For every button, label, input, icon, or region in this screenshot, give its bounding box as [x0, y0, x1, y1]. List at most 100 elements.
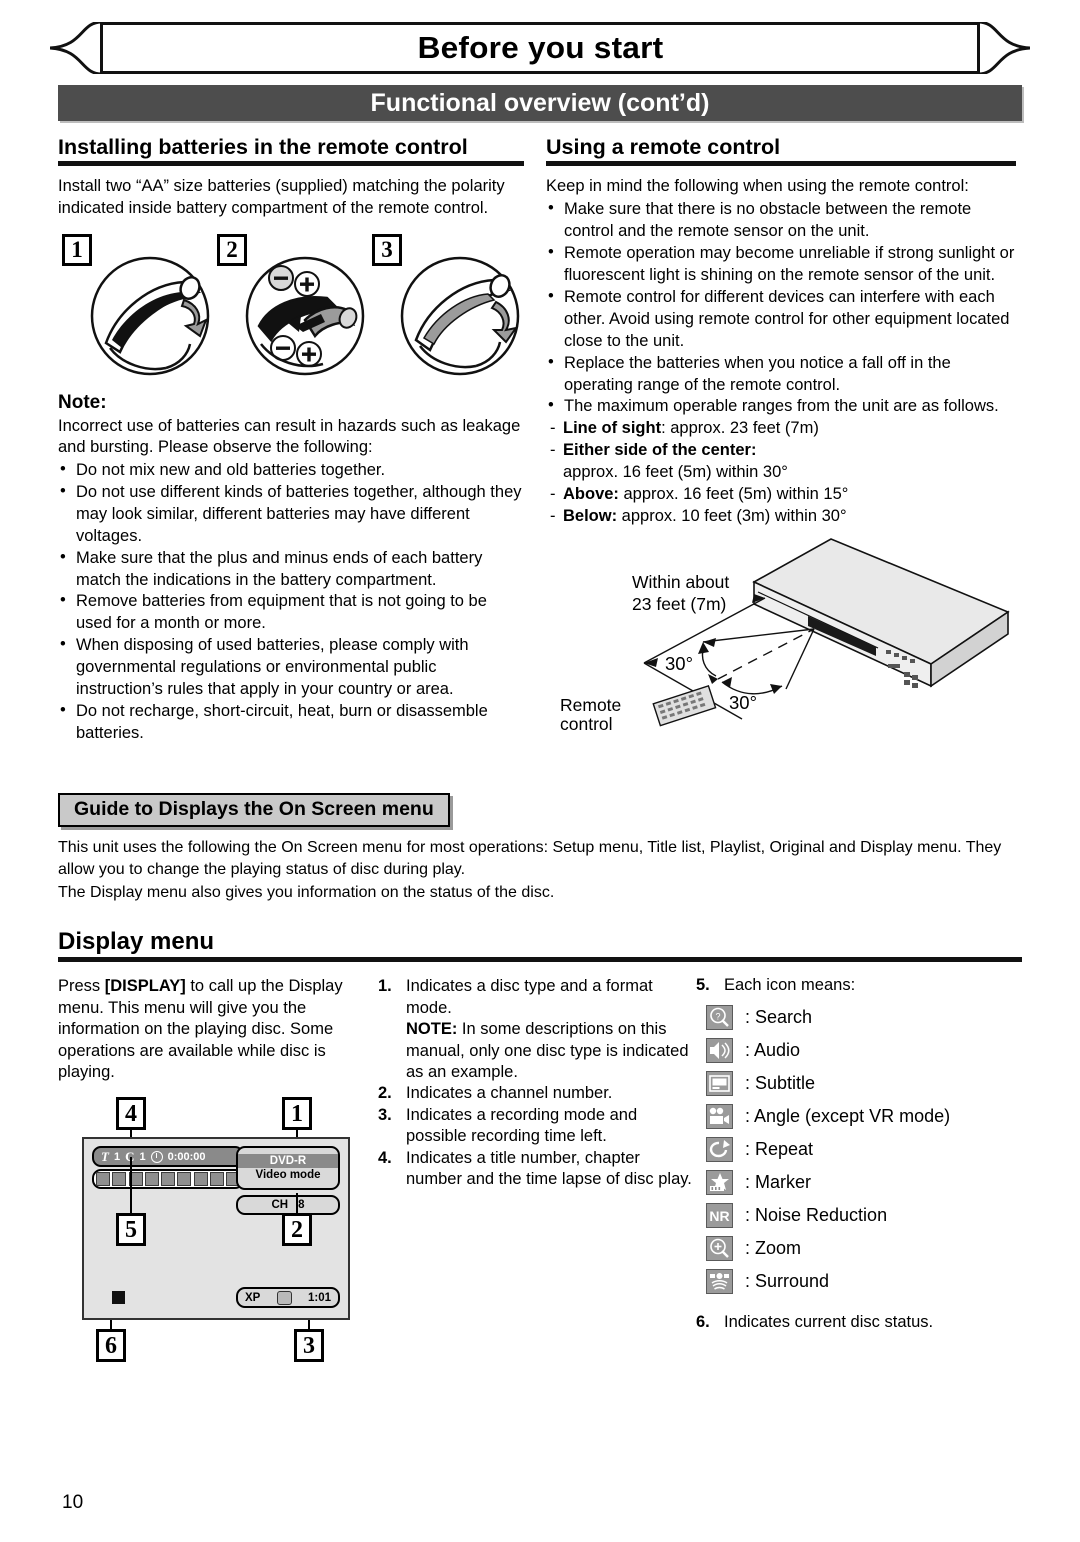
- channel-label: CH: [271, 1199, 289, 1212]
- ribbon-left-tail-icon: [50, 22, 102, 74]
- noise-reduction-icon: [193, 1172, 208, 1187]
- callout-3: 3: [294, 1329, 324, 1363]
- channel-value: 8: [298, 1199, 305, 1212]
- list-item: 4. Indicates a title number, chapter numb…: [378, 1148, 692, 1189]
- battery-figures: 1 2 3: [58, 233, 524, 384]
- range-above: Above: approx. 16 feet (5m) within 15°: [546, 484, 1016, 506]
- legend-label: : Zoom: [745, 1238, 802, 1259]
- callout-2: 2: [282, 1213, 312, 1247]
- legend-row-angle: : Angle (except VR mode): [696, 1100, 1022, 1133]
- list-item: Do not mix new and old batteries togethe…: [58, 459, 524, 482]
- search-icon: ?: [706, 1005, 733, 1031]
- guide-section: Guide to Displays the On Screen menu Thi…: [58, 793, 1022, 904]
- list-item: 2. Indicates a channel number.: [378, 1084, 613, 1103]
- audio-icon: [706, 1038, 733, 1064]
- clock-icon: [150, 1150, 163, 1163]
- list-item: Remote control for different devices can…: [546, 286, 1016, 353]
- legend-label: : Surround: [745, 1271, 830, 1292]
- list-item: Make sure that the plus and minus ends o…: [58, 547, 524, 592]
- osd-disc-type: DVD-R Video mode: [236, 1146, 340, 1191]
- ribbon-right-tail-icon: [978, 22, 1030, 74]
- callout-6: 6: [96, 1329, 126, 1363]
- rec-mode-value: XP: [245, 1291, 261, 1304]
- svg-text:30°: 30°: [729, 692, 757, 713]
- list-item: Replace the batteries when you notice a …: [546, 352, 1016, 397]
- heading-rule: [546, 161, 1016, 167]
- display-menu-rule: [58, 957, 1022, 963]
- display-menu-item-6: 6. Indicates current disc status.: [696, 1313, 934, 1332]
- remote-range-illustration: Within about 23 feet (7m) 30° 30° Remote…: [560, 538, 1010, 734]
- guide-paragraph-1: This unit uses the following the On Scre…: [58, 839, 1002, 879]
- legend-row-subtitle: : Subtitle: [696, 1067, 1022, 1100]
- list-item: Remote operation may become unreliable i…: [546, 242, 1016, 287]
- audio-icon: [112, 1172, 127, 1187]
- marker-icon: [706, 1170, 733, 1196]
- list-item: When disposing of used batteries, please…: [58, 634, 524, 701]
- legend-row-surround: : Surround: [696, 1265, 1022, 1298]
- svg-text:30°: 30°: [665, 653, 693, 674]
- legend-label: : Subtitle: [745, 1073, 816, 1094]
- two-column-area: Installing batteries in the remote contr…: [58, 135, 1022, 779]
- svg-text:control: control: [560, 714, 613, 734]
- display-menu-heading: Display menu: [58, 928, 215, 956]
- icon-legend-list: ? : Search : Audio : Subtitle: Angle (e…: [696, 1001, 1022, 1298]
- guide-paragraph-2: The Display menu also gives you informat…: [58, 883, 555, 901]
- legend-row-search: ? : Search: [696, 1001, 1022, 1034]
- guide-box-title: Guide to Displays the On Screen menu: [58, 793, 450, 828]
- battery-figure-1: 1: [58, 233, 213, 384]
- list-item-note: NOTE: In some descriptions on this manua…: [406, 1020, 689, 1081]
- legend-row-zoom: : Zoom: [696, 1232, 1022, 1265]
- using-remote-heading: Using a remote control: [546, 135, 781, 159]
- battery-step2-illustration: [245, 256, 365, 376]
- subtitle-icon: [706, 1071, 733, 1097]
- svg-text:?: ?: [715, 1012, 720, 1022]
- remote-bullet-list: Make sure that there is no obstacle betw…: [546, 198, 1016, 418]
- legend-label: : Noise Reduction: [745, 1205, 888, 1226]
- battery-figure-3: 3: [368, 233, 523, 384]
- callout-1: 1: [282, 1097, 312, 1131]
- legend-row-repeat: : Repeat: [696, 1133, 1022, 1166]
- icon-legend-heading: 5. Each icon means:: [696, 976, 856, 995]
- search-icon: [96, 1172, 110, 1187]
- list-item: 3. Indicates a recording mode and possibl…: [378, 1105, 638, 1146]
- marker-icon: [177, 1172, 192, 1187]
- osd-title-chapter-time: T 1 C 1 0:00:00: [92, 1146, 244, 1168]
- installing-batteries-heading: Installing batteries in the remote contr…: [58, 135, 468, 159]
- remote-range-diagram: Within about 23 feet (7m) 30° 30° Remote…: [546, 534, 1016, 779]
- legend-row-marker: : Marker: [696, 1166, 1022, 1199]
- list-item: 1. Indicates a disc type and a format mod…: [378, 977, 653, 1017]
- display-menu-col-1: Press [DISPLAY] to call up the Display m…: [58, 970, 378, 1363]
- note-bullet-list: Do not mix new and old batteries togethe…: [58, 459, 524, 745]
- title-label: T: [101, 1148, 109, 1164]
- page-number: 10: [62, 1492, 84, 1513]
- repeat-icon: [161, 1172, 175, 1187]
- angle-icon: [706, 1104, 733, 1130]
- osd-channel: CH 8: [236, 1195, 340, 1216]
- disc-type-value: DVD-R: [238, 1154, 338, 1169]
- noise-reduction-icon: NR: [706, 1203, 733, 1229]
- leader-line: [130, 1157, 132, 1214]
- osd-rec-mode: XP 1:01: [236, 1287, 340, 1309]
- legend-label: : Marker: [745, 1172, 812, 1193]
- callout-4: 4: [116, 1097, 146, 1131]
- battery-intro-text: Install two “AA” size batteries (supplie…: [58, 177, 505, 218]
- remote-intro-text: Keep in mind the following when using th…: [546, 177, 969, 196]
- list-item: Do not use different kinds of batteries …: [58, 481, 524, 548]
- display-menu-numbered-list: 1. Indicates a disc type and a format mod…: [378, 976, 696, 1190]
- legend-label: : Audio: [745, 1040, 801, 1061]
- range-either-side-value: approx. 16 feet (5m) within 30°: [563, 463, 788, 482]
- repeat-icon: [706, 1137, 733, 1163]
- section-bar: Functional overview (cont’d): [58, 85, 1022, 121]
- page-title: Before you start: [417, 30, 663, 65]
- title-value: 1: [113, 1150, 121, 1163]
- legend-row-audio: : Audio: [696, 1034, 1022, 1067]
- svg-text:23 feet (7m): 23 feet (7m): [632, 594, 726, 614]
- display-menu-col-3: 5. Each icon means: ? : Search : Audio:…: [696, 970, 1022, 1362]
- note-intro: Incorrect use of batteries can result in…: [58, 416, 521, 457]
- on-screen-display-mockup: 4 1 T 1 C 1 0:00:00 DVD-R Video mode CH …: [64, 1097, 364, 1363]
- zoom-icon: [209, 1172, 224, 1187]
- svg-text:Remote: Remote: [560, 695, 621, 715]
- svg-text:NR: NR: [709, 1208, 729, 1224]
- display-menu-intro: Press [DISPLAY] to call up the Display m…: [58, 977, 343, 1081]
- section-bar-title: Functional overview (cont’d): [370, 88, 710, 117]
